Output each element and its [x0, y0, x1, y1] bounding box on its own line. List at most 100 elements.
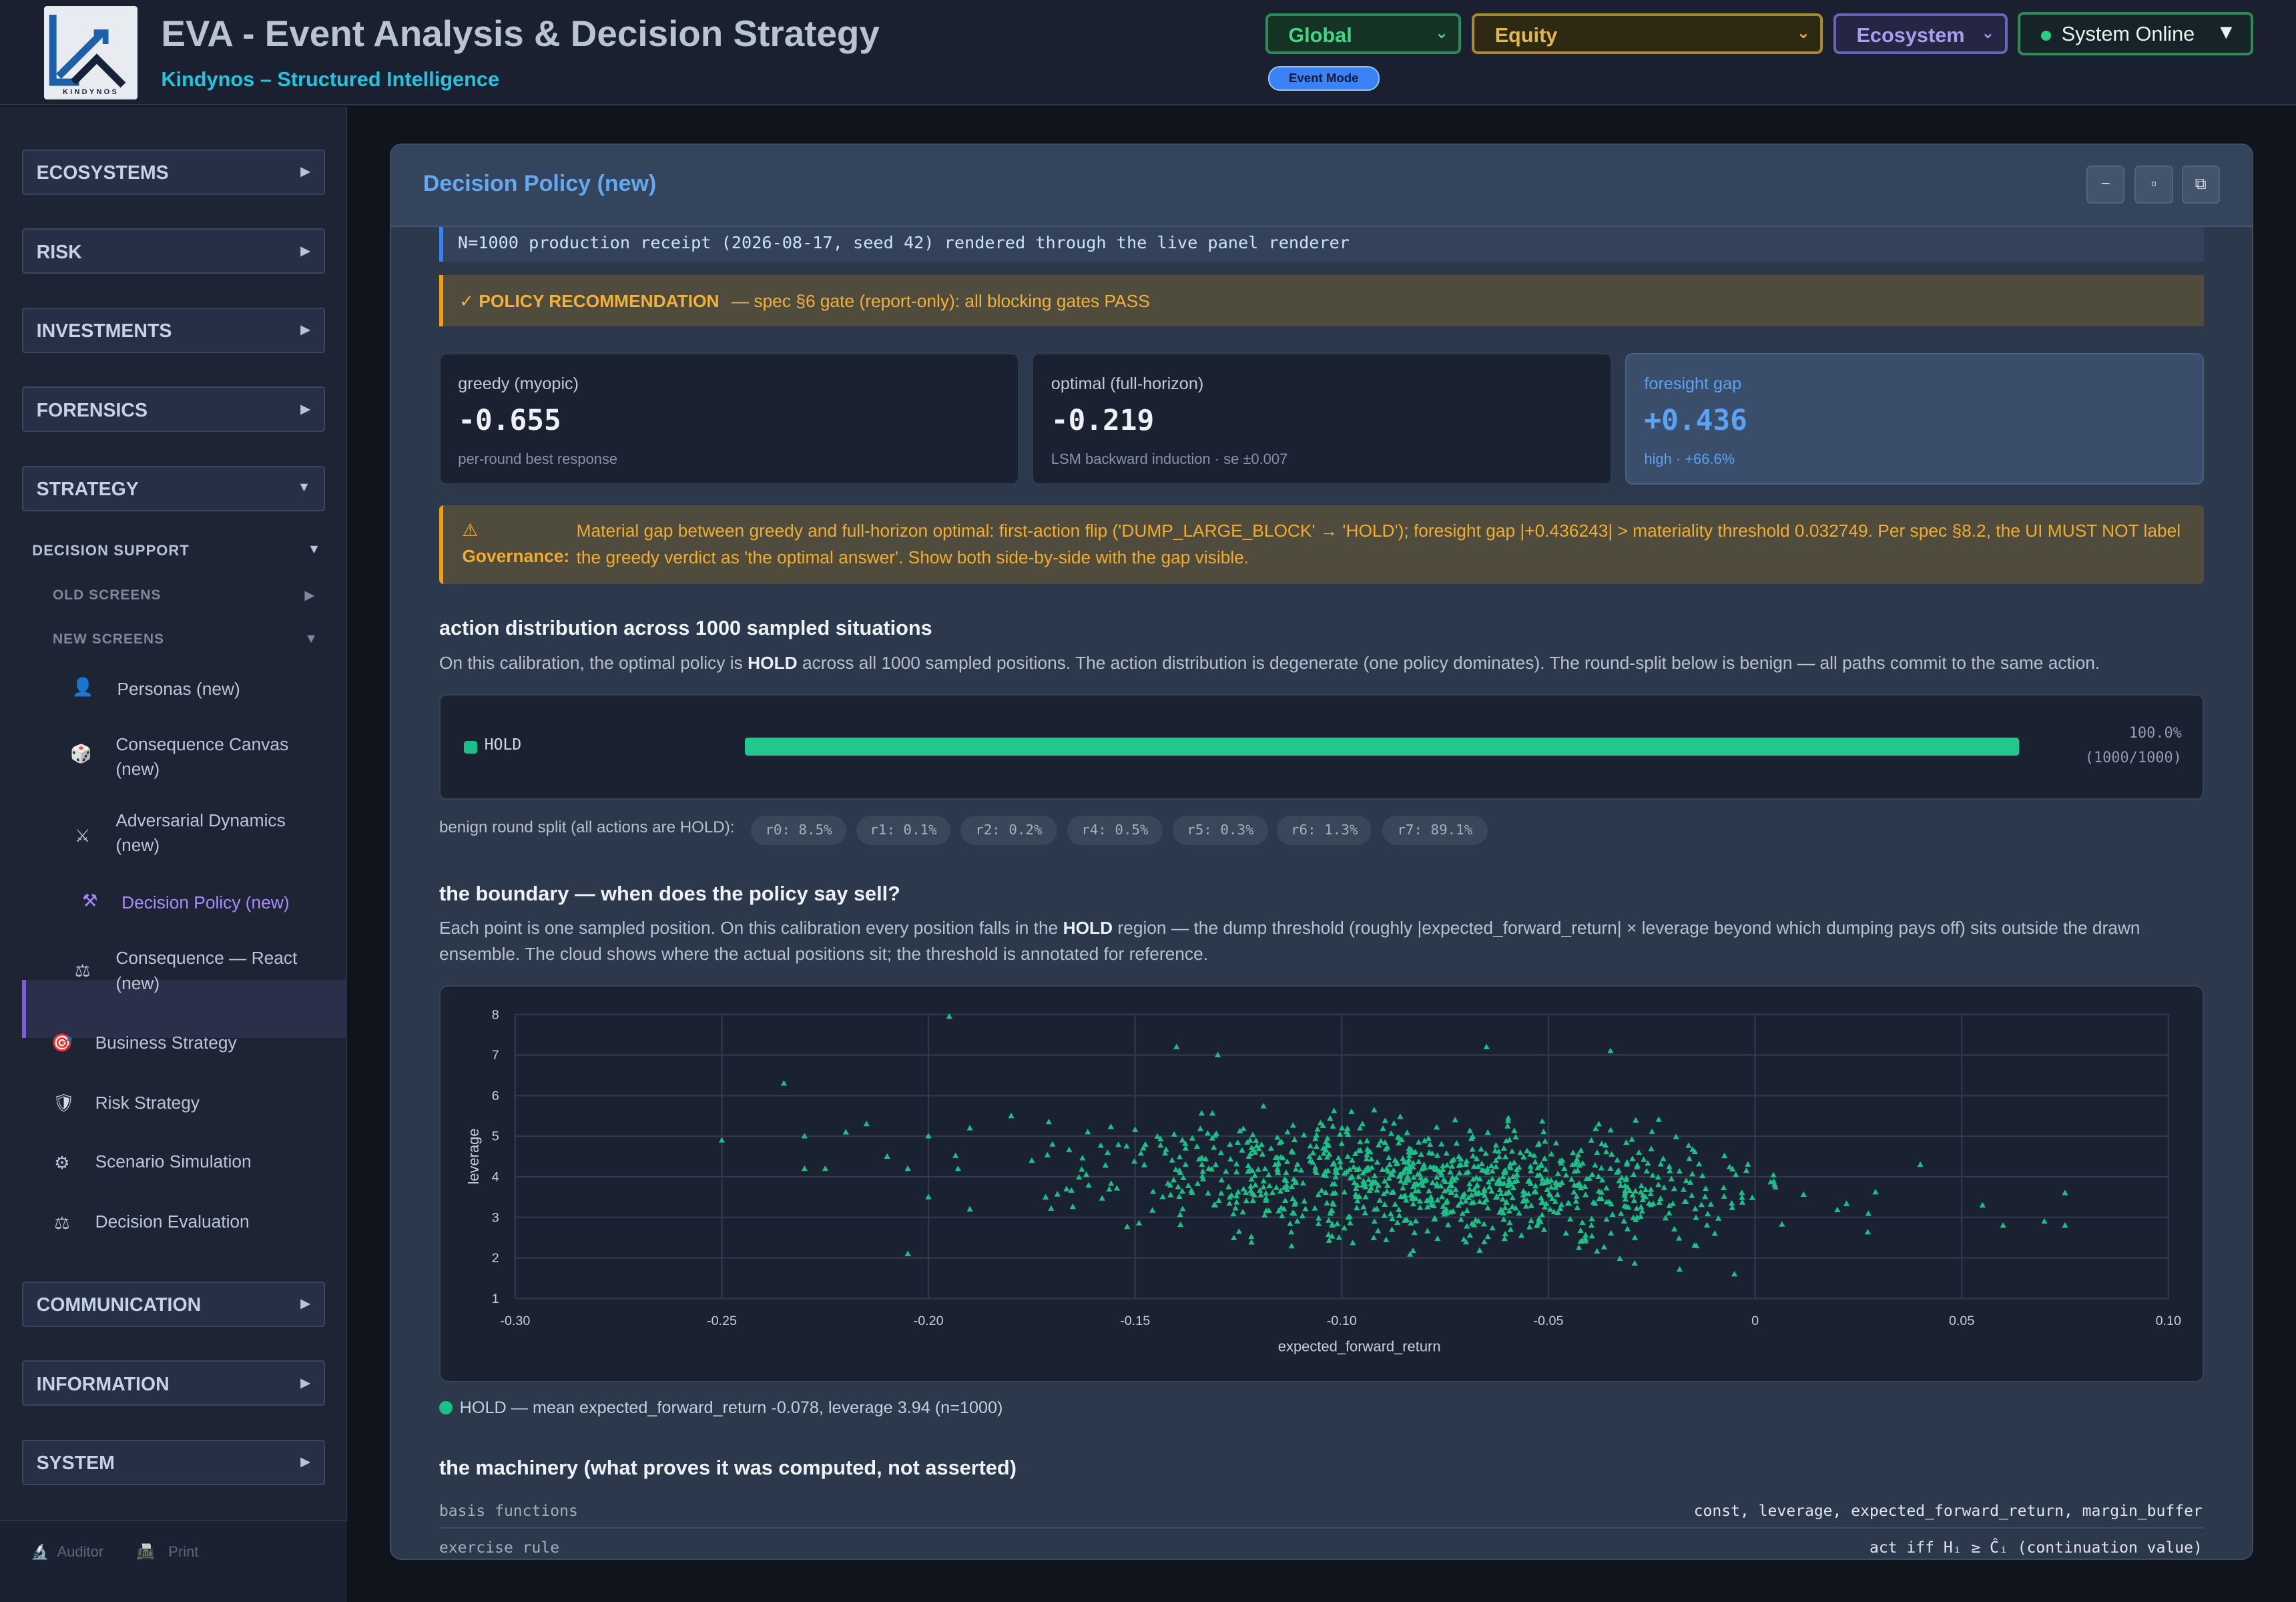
scatter-point	[1249, 1197, 1256, 1204]
scatter-point	[1199, 1161, 1205, 1167]
scatter-point	[1675, 1235, 1683, 1241]
scatter-point	[1371, 1107, 1378, 1113]
sidebar-item-risk-strategy[interactable]: Risk Strategy	[95, 1091, 200, 1115]
scatter-point	[1255, 1166, 1261, 1172]
chevron-down-icon: ▼	[297, 480, 311, 495]
scatter-point	[1541, 1155, 1548, 1161]
metric-sub: per-round best response	[458, 451, 618, 468]
y-tick-label: 8	[492, 1008, 499, 1023]
scatter-point	[1354, 1205, 1360, 1211]
sidebar-section-investments[interactable]: INVESTMENTS ▶	[21, 307, 326, 353]
scatter-point	[1235, 1228, 1242, 1234]
sidebar-item-decision-policy[interactable]: Decision Policy (new)	[121, 890, 290, 915]
sidebar-item-personas[interactable]: Personas (new)	[117, 677, 240, 702]
sidebar-item-scenario-simulation[interactable]: Scenario Simulation	[95, 1149, 252, 1174]
scatter-point	[1283, 1182, 1290, 1188]
view-select[interactable]: Ecosystem ⌄	[1833, 13, 2008, 55]
scatter-point	[1480, 1221, 1487, 1227]
scatter-point	[1159, 1193, 1166, 1199]
sidebar-section-strategy[interactable]: STRATEGY ▼	[21, 465, 326, 511]
sidebar-section-communication[interactable]: COMMUNICATION ▶	[21, 1281, 326, 1327]
sidebar-section-forensics[interactable]: FORENSICS ▶	[21, 386, 326, 433]
auditor-link[interactable]: Auditor	[57, 1543, 103, 1561]
chevron-down-icon: ⌄	[1796, 23, 1811, 42]
scatter-point	[2000, 1222, 2006, 1228]
metric-sub: LSM backward induction · se ±0.007	[1051, 451, 1288, 468]
scatter-point	[1443, 1150, 1450, 1156]
scatter-point	[1601, 1244, 1607, 1250]
scatter-point	[1492, 1163, 1499, 1169]
sidebar-item-business-strategy[interactable]: Business Strategy	[95, 1031, 237, 1055]
scatter-point	[1386, 1161, 1393, 1167]
scatter-point	[1661, 1184, 1667, 1191]
scatter-point	[1489, 1225, 1496, 1231]
scatter-point	[1193, 1143, 1200, 1149]
gear-icon: ⚙	[54, 1152, 70, 1173]
asset-select[interactable]: Equity ⌄	[1471, 13, 1823, 55]
sidebar-item-decision-evaluation[interactable]: Decision Evaluation	[95, 1210, 250, 1234]
scatter-point	[1334, 1220, 1341, 1227]
scatter-point	[1301, 1198, 1308, 1204]
scatter-point	[1657, 1161, 1664, 1167]
system-status-dropdown[interactable]: System Online ▼	[2018, 11, 2254, 56]
kindynos-logo: KINDYNOS	[43, 5, 138, 100]
scatter-point	[1289, 1122, 1296, 1128]
scatter-point	[1411, 1230, 1418, 1236]
scatter-point	[1269, 1189, 1276, 1195]
scatter-point	[1535, 1140, 1542, 1146]
old-screens-group[interactable]: OLD SCREENS ▶	[53, 587, 325, 603]
scatter-point	[1179, 1206, 1186, 1212]
minimize-button[interactable]: −	[2086, 165, 2125, 204]
scatter-point	[1362, 1210, 1368, 1216]
scatter-point	[1680, 1186, 1687, 1193]
sidebar-item-adversarial-dynamics[interactable]: Adversarial Dynamics (new)	[115, 808, 320, 858]
scatter-point	[1438, 1141, 1445, 1147]
scatter-point	[1478, 1146, 1484, 1152]
sidebar-section-ecosystems[interactable]: ECOSYSTEMS ▶	[21, 149, 326, 195]
decision-support-group[interactable]: DECISION SUPPORT ▼	[32, 542, 325, 559]
scatter-point	[1141, 1161, 1147, 1168]
scatter-point	[1360, 1204, 1367, 1210]
scatter-point	[1614, 1157, 1621, 1163]
group-label: NEW SCREENS	[52, 631, 165, 647]
sidebar-section-risk[interactable]: RISK ▶	[21, 228, 326, 274]
scatter-point	[1455, 1153, 1462, 1159]
scatter-point	[1313, 1143, 1320, 1149]
scatter-point	[1452, 1117, 1458, 1123]
scatter-point	[1410, 1201, 1416, 1207]
scatter-point	[1210, 1144, 1217, 1150]
maximize-button[interactable]: ▫	[2134, 165, 2173, 204]
print-link[interactable]: Print	[168, 1543, 198, 1561]
scatter-point	[1834, 1207, 1841, 1213]
scatter-point	[1288, 1243, 1295, 1249]
sidebar-item-consequence-canvas[interactable]: Consequence Canvas (new)	[115, 732, 320, 782]
chevron-right-icon: ▶	[300, 322, 311, 338]
new-screens-group[interactable]: NEW SCREENS ▼	[53, 631, 325, 647]
event-mode-button[interactable]: Event Mode	[1267, 65, 1380, 91]
metric-value: +0.436	[1644, 404, 1747, 438]
scatter-point	[1412, 1218, 1419, 1224]
scatter-point	[1696, 1161, 1703, 1167]
popout-button[interactable]: ⧉	[2181, 165, 2220, 204]
sidebar-item-consequence-react[interactable]: Consequence — React (new)	[115, 946, 320, 996]
scatter-point	[1331, 1107, 1338, 1114]
scatter-point	[1063, 1185, 1070, 1192]
scatter-point	[1233, 1161, 1240, 1167]
sidebar-section-label: SYSTEM	[36, 1452, 115, 1475]
sidebar-section-label: STRATEGY	[36, 479, 139, 501]
region-select[interactable]: Global ⌄	[1265, 13, 1462, 55]
scatter-point	[1624, 1226, 1631, 1232]
x-axis-label: expected_forward_return	[1278, 1338, 1441, 1355]
sidebar-section-information[interactable]: INFORMATION ▶	[21, 1360, 326, 1406]
scatter-point	[1518, 1232, 1525, 1238]
boundary-scatter-chart: -0.30 -0.25 -0.20 -0.15 -0.10 -0.05 0 0.05 0.10 1…	[439, 985, 2204, 1382]
scatter-point	[1097, 1142, 1104, 1148]
scatter-point	[1562, 1172, 1570, 1178]
scatter-point	[1312, 1164, 1319, 1170]
sidebar-section-system[interactable]: SYSTEM ▶	[21, 1439, 326, 1485]
scatter-point	[1655, 1181, 1662, 1187]
scatter-point	[1381, 1178, 1388, 1184]
print-icon: 📠	[136, 1543, 155, 1561]
scatter-point	[1538, 1195, 1544, 1201]
machinery-heading: the machinery (what proves it was comput…	[439, 1455, 1017, 1479]
